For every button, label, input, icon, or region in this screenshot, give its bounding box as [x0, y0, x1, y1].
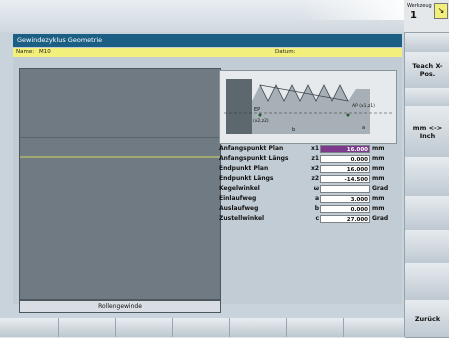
softkey-v1[interactable]: [405, 32, 449, 53]
param-row: Anfangspunkt Plan x1 16.000 mm: [219, 144, 399, 154]
softkey-v6[interactable]: [405, 196, 449, 231]
param-value-field[interactable]: [320, 185, 370, 193]
param-row: Kegelwinkel ω Grad: [219, 184, 399, 194]
softkey-h5[interactable]: [230, 318, 287, 337]
param-unit: mm: [372, 155, 385, 162]
softkey-v7[interactable]: [405, 230, 449, 264]
param-label: Endpunkt Plan: [219, 165, 269, 172]
param-value-field[interactable]: 0.000: [320, 155, 370, 163]
name-label: Name:: [16, 49, 35, 55]
softkey-v5[interactable]: [405, 157, 449, 197]
softkey-h2[interactable]: [59, 318, 116, 337]
param-value-field[interactable]: 0.000: [320, 205, 370, 213]
tool-indicator: Werkzeug 1 ↘: [404, 0, 449, 33]
param-row: Endpunkt Längs z2 -14.500 mm: [219, 174, 399, 184]
softkey-h3[interactable]: [116, 318, 173, 337]
tool-label: Werkzeug: [407, 3, 432, 9]
tool-number: 1: [410, 10, 417, 21]
name-value[interactable]: M10: [39, 48, 51, 57]
graphic-caption: Rollengewinde: [19, 300, 221, 313]
param-unit: Grad: [372, 215, 389, 222]
param-symbol: z2: [311, 175, 319, 182]
param-value-field[interactable]: -14.500: [320, 175, 370, 183]
ep-label: EP: [254, 107, 260, 113]
vertical-softkey-panel: Teach X-Pos. mm <-> Inch Zurück: [404, 0, 449, 338]
param-unit: mm: [372, 195, 385, 202]
param-label: Auslaufweg: [219, 205, 259, 212]
param-symbol: a: [314, 195, 319, 202]
main-area: Gewindezyklus Geometrie Name: M10 Datum:…: [13, 34, 402, 313]
softkey-v9[interactable]: Zurück: [405, 300, 449, 338]
softkey-v8[interactable]: [405, 263, 449, 301]
param-symbol: x2: [310, 165, 319, 172]
param-symbol: b: [314, 205, 319, 212]
param-row: Endpunkt Plan x2 16.000 mm: [219, 164, 399, 174]
softkey-h4[interactable]: [173, 318, 230, 337]
softkey-v4[interactable]: mm <-> Inch: [405, 106, 449, 158]
param-unit: mm: [372, 175, 385, 182]
workpiece-shape: [226, 79, 252, 134]
parameter-list: Anfangspunkt Plan x1 16.000 mm Anfangspunkt …: [219, 144, 399, 224]
endpoint-marker: [258, 113, 262, 117]
tool-icon: ↘: [434, 3, 448, 19]
startpoint-marker: [346, 113, 350, 117]
a-label: a: [362, 125, 365, 131]
screen-frame: Gewindezyklus Geometrie Name: M10 Datum:…: [0, 0, 449, 338]
name-bar: Name: M10 Datum:: [13, 48, 402, 57]
thread-diagram: EP (x2,z2) AP (x1,z1) b a: [220, 71, 396, 143]
softkey-h6[interactable]: [287, 318, 344, 337]
help-image: EP (x2,z2) AP (x1,z1) b a: [219, 70, 397, 144]
param-row: Zustellwinkel c 27.000 Grad: [219, 214, 399, 224]
param-value-field[interactable]: 27.000: [320, 215, 370, 223]
param-symbol: c: [315, 215, 319, 222]
ap-label: AP (x1,z1): [352, 103, 375, 109]
param-unit: mm: [372, 145, 385, 152]
graphic-axis-line: [20, 156, 220, 158]
b-label: b: [292, 127, 295, 133]
param-row: Anfangspunkt Längs z1 0.000 mm: [219, 154, 399, 164]
param-label: Kegelwinkel: [219, 185, 260, 192]
param-label: Zustellwinkel: [219, 215, 265, 222]
param-value-field[interactable]: 16.000: [320, 165, 370, 173]
param-label: Anfangspunkt Längs: [219, 155, 289, 162]
bottom-softkey-bar: [0, 318, 405, 337]
softkey-v2[interactable]: Teach X-Pos.: [405, 52, 449, 89]
softkey-v3[interactable]: [405, 88, 449, 107]
param-row: Auslaufweg b 0.000 mm: [219, 204, 399, 214]
softkey-h1[interactable]: [0, 318, 59, 337]
param-value-field[interactable]: 16.000: [320, 145, 370, 153]
param-symbol: z1: [311, 155, 319, 162]
softkey-h7[interactable]: [344, 318, 405, 337]
simulation-graphic: [19, 68, 221, 300]
param-label: Einlaufweg: [219, 195, 257, 202]
param-symbol: ω: [313, 185, 319, 192]
window-title: Gewindezyklus Geometrie: [13, 34, 402, 47]
param-value-field[interactable]: 3.000: [320, 195, 370, 203]
param-symbol: x1: [310, 145, 319, 152]
screen-glare: [300, 0, 404, 20]
param-row: Einlaufweg a 3.000 mm: [219, 194, 399, 204]
param-label: Endpunkt Längs: [219, 175, 274, 182]
param-unit: Grad: [372, 185, 389, 192]
graphic-divider: [20, 137, 220, 138]
date-label: Datum:: [275, 49, 296, 55]
ep-coord-label: (x2,z2): [253, 118, 269, 124]
param-unit: mm: [372, 205, 385, 212]
param-unit: mm: [372, 165, 385, 172]
param-label: Anfangspunkt Plan: [219, 145, 284, 152]
